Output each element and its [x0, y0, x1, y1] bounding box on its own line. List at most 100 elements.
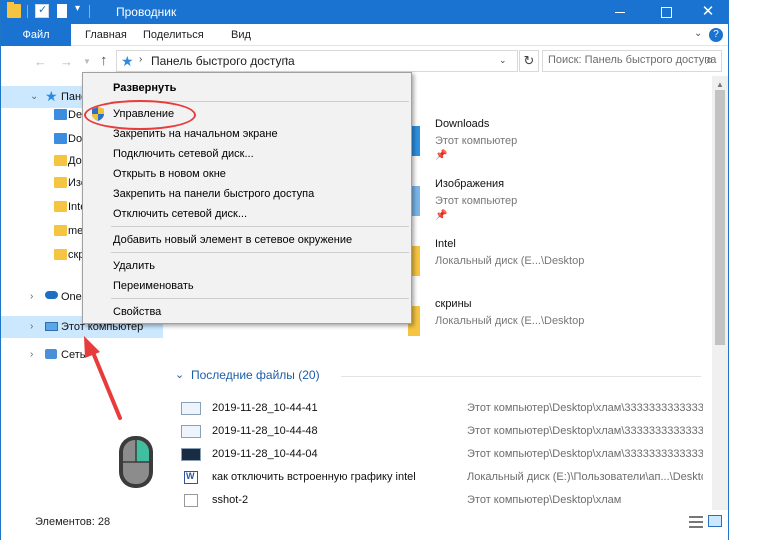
details-view-icon[interactable] [689, 516, 703, 528]
item-count: Элементов: 28 [35, 516, 111, 528]
menu-item-label: Отключить сетевой диск... [113, 208, 248, 220]
scroll-thumb[interactable] [715, 90, 725, 345]
list-item[interactable]: 2019-11-28_10-44-41 Этот компьютер\Deskt… [181, 398, 711, 421]
breadcrumb-chevron-icon[interactable]: › [285, 54, 288, 65]
divider [341, 376, 701, 377]
file-path: Этот компьютер\Desktop\хлам\333333333333… [467, 448, 703, 460]
menu-divider [111, 298, 409, 299]
folder-tile[interactable]: Intel Локальный диск (E...\Desktop [408, 238, 708, 290]
address-dropdown-icon[interactable]: ⌄ [499, 55, 507, 66]
help-icon[interactable]: ? [709, 28, 723, 42]
menu-item-add-network-location[interactable]: Добавить новый элемент в сетевое окружен… [83, 230, 411, 250]
menu-item-label: Закрепить на панели быстрого доступа [113, 188, 315, 200]
menu-item-pin-quick-access[interactable]: Закрепить на панели быстрого доступа [83, 184, 411, 204]
folder-icon [54, 201, 67, 212]
breadcrumb-chevron-icon[interactable]: › [139, 54, 142, 65]
up-arrow-icon[interactable]: ↑ [100, 52, 108, 69]
menu-item-label: Свойства [113, 306, 162, 318]
list-item[interactable]: 2019-11-28_10-44-48 Этот компьютер\Deskt… [181, 421, 711, 444]
pictures-folder-icon [54, 177, 67, 188]
menu-item-properties[interactable]: Свойства [83, 302, 411, 322]
menu-item-rename[interactable]: Переименовать [83, 276, 411, 296]
menu-item-label: Удалить [113, 260, 155, 272]
address-bar[interactable]: ★ › Панель быстрого доступа › ⌄ [116, 50, 518, 72]
annotation-highlight-oval [84, 100, 196, 130]
file-name: 2019-11-28_10-44-04 [212, 448, 318, 460]
list-item[interactable]: 2019-11-28_10-44-04 Этот компьютер\Deskt… [181, 444, 711, 467]
menu-item-delete[interactable]: Удалить [83, 256, 411, 276]
tile-name: Изображения [435, 178, 505, 190]
scroll-up-arrow-icon[interactable]: ▲ [716, 80, 724, 89]
folder-icon [7, 2, 21, 18]
menu-item-disconnect-network-drive[interactable]: Отключить сетевой диск... [83, 204, 411, 224]
menu-item-label: Открыть в новом окне [113, 168, 226, 180]
forward-arrow-icon[interactable]: → [60, 54, 73, 69]
folder-tile[interactable]: Downloads Этот компьютер 📌 [408, 118, 708, 170]
sidebar-item-network[interactable]: › Сеть [1, 344, 163, 366]
tile-location: Этот компьютер [435, 135, 518, 147]
list-item[interactable]: как отключить встроенную графику intel Л… [181, 467, 711, 490]
search-icon: ⌕ [706, 52, 714, 67]
file-path: Этот компьютер\Desktop\хлам [467, 494, 622, 506]
file-path: Локальный диск (E:)\Пользователи\ап...\D… [467, 471, 703, 483]
recent-files-header[interactable]: ⌄ Последние файлы (20) [171, 366, 711, 386]
properties-icon[interactable] [35, 3, 49, 18]
chevron-right-icon[interactable]: › [30, 344, 33, 366]
word-document-icon [184, 471, 198, 484]
recent-locations-icon[interactable]: ▼ [83, 57, 91, 66]
computer-icon [45, 322, 58, 331]
minimize-button[interactable] [597, 0, 643, 24]
ribbon-tabs: Файл Главная Поделиться Вид ⌄ ? [1, 24, 728, 46]
close-button[interactable]: ✕ [685, 0, 731, 24]
tab-share[interactable]: Поделиться [143, 24, 204, 46]
menu-item-open-new-window[interactable]: Открыть в новом окне [83, 164, 411, 184]
pin-icon: 📌 [435, 210, 448, 221]
folder-icon [54, 225, 67, 236]
folder-tile[interactable]: скрины Локальный диск (E...\Desktop [408, 298, 708, 350]
tile-location: Локальный диск (E...\Desktop [435, 315, 585, 327]
image-file-icon [181, 425, 201, 438]
desktop-folder-icon [54, 109, 67, 120]
menu-item-label: Добавить новый элемент в сетевое окружен… [113, 234, 353, 246]
new-folder-icon[interactable] [57, 4, 67, 18]
title-bar: ▾ Проводник ✕ [1, 0, 728, 24]
customize-toolbar-icon[interactable]: ▾ [75, 3, 80, 14]
folder-tile[interactable]: Изображения Этот компьютер 📌 [408, 178, 708, 230]
search-input[interactable]: Поиск: Панель быстрого доступа ⌕ [542, 50, 722, 72]
pin-icon: 📌 [435, 150, 448, 161]
chevron-right-icon[interactable]: › [30, 316, 33, 338]
menu-item-label: Переименовать [113, 280, 194, 292]
chevron-down-icon[interactable]: ⌄ [175, 368, 184, 381]
window-title: Проводник [116, 5, 177, 19]
file-path: Этот компьютер\Desktop\хлам\333333333333… [467, 402, 703, 414]
maximize-button[interactable] [643, 0, 689, 24]
menu-divider [111, 252, 409, 253]
search-placeholder: Поиск: Панель быстрого доступа [548, 54, 717, 66]
folder-icon [54, 249, 67, 260]
expand-ribbon-icon[interactable]: ⌄ [694, 28, 702, 39]
back-arrow-icon[interactable]: ← [34, 54, 47, 69]
tile-location: Локальный диск (E...\Desktop [435, 255, 585, 267]
vertical-scrollbar[interactable]: ▲ [712, 76, 728, 510]
tab-view[interactable]: Вид [231, 24, 251, 46]
tile-name: скрины [435, 298, 472, 310]
document-file-icon [184, 494, 198, 507]
file-name: sshot-2 [212, 494, 249, 506]
large-icons-view-icon[interactable] [708, 515, 722, 527]
section-title: Последние файлы (20) [191, 368, 320, 382]
menu-item-map-network-drive[interactable]: Подключить сетевой диск... [83, 144, 411, 164]
breadcrumb-location[interactable]: Панель быстрого доступа [151, 54, 295, 68]
tab-file[interactable]: Файл [1, 24, 71, 46]
star-icon: ★ [45, 88, 58, 104]
refresh-button[interactable]: ↻ [519, 50, 539, 72]
downloads-folder-icon [54, 133, 67, 144]
menu-item-expand[interactable]: Развернуть [83, 78, 411, 98]
tab-home[interactable]: Главная [85, 24, 127, 46]
tile-name: Intel [435, 238, 456, 250]
tile-location: Этот компьютер [435, 195, 518, 207]
network-icon [45, 349, 57, 359]
sidebar-item-label: Сеть [61, 349, 86, 361]
image-file-icon [181, 402, 201, 415]
chevron-right-icon[interactable]: › [30, 286, 33, 308]
file-name: 2019-11-28_10-44-48 [212, 425, 318, 437]
